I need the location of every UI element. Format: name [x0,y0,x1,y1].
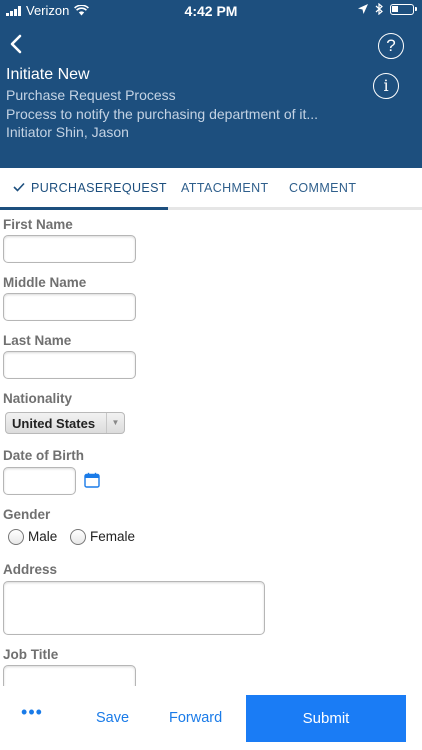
initiator: Initiator Shin, Jason [6,124,129,140]
tab-label: PURCHASEREQUEST [31,181,167,195]
middle-name-label: Middle Name [3,275,87,290]
first-name-input[interactable] [3,235,136,263]
status-right [358,3,417,15]
nationality-selected-value: United States [12,416,96,431]
last-name-input[interactable] [3,351,136,379]
tab-comment[interactable]: COMMENT [289,168,356,210]
checkmark-icon [13,182,25,192]
purchase-request-form: First Name Middle Name Last Name Nationa… [0,210,422,686]
address-textarea[interactable] [3,581,265,635]
gender-male-label: Male [28,529,58,544]
dropdown-arrow-icon: ▼ [106,413,124,433]
job-title-label: Job Title [3,647,59,662]
action-bar: ••• Save Forward Submit [0,686,422,750]
date-of-birth-label: Date of Birth [3,448,84,463]
tab-purchaserequest[interactable]: PURCHASEREQUEST [13,168,167,210]
process-description: Process to notify the purchasing departm… [6,106,319,122]
job-title-input[interactable] [3,665,136,686]
save-button[interactable]: Save [96,710,129,726]
gender-female-label: Female [90,529,136,544]
last-name-label: Last Name [3,333,72,348]
address-label: Address [3,562,58,577]
submit-button[interactable]: Submit [246,695,406,742]
help-icon[interactable]: ? [378,33,404,59]
back-chevron-icon [10,34,22,54]
tab-bar: PURCHASEREQUEST ATTACHMENT COMMENT [0,168,422,210]
back-button[interactable] [8,34,30,58]
page-title: Initiate New [6,66,90,83]
calendar-icon[interactable] [84,472,100,488]
battery-icon [390,3,417,15]
gender-female-radio[interactable] [70,529,86,545]
process-name: Purchase Request Process [6,87,176,103]
gender-label: Gender [3,507,51,522]
header: Verizon 4:42 PM ? i Initiate New Purchas… [0,0,422,168]
gender-male-radio[interactable] [8,529,24,545]
nationality-select[interactable]: United States ▼ [5,412,125,434]
forward-button[interactable]: Forward [169,710,222,726]
more-button[interactable]: ••• [20,703,44,728]
nationality-label: Nationality [3,391,73,406]
tab-attachment[interactable]: ATTACHMENT [181,168,269,210]
middle-name-input[interactable] [3,293,136,321]
first-name-label: First Name [3,217,73,232]
info-icon[interactable]: i [373,73,399,99]
location-arrow-icon [358,4,368,14]
bluetooth-icon [375,3,383,15]
status-bar: Verizon 4:42 PM [0,0,422,22]
date-of-birth-input[interactable] [3,467,76,495]
